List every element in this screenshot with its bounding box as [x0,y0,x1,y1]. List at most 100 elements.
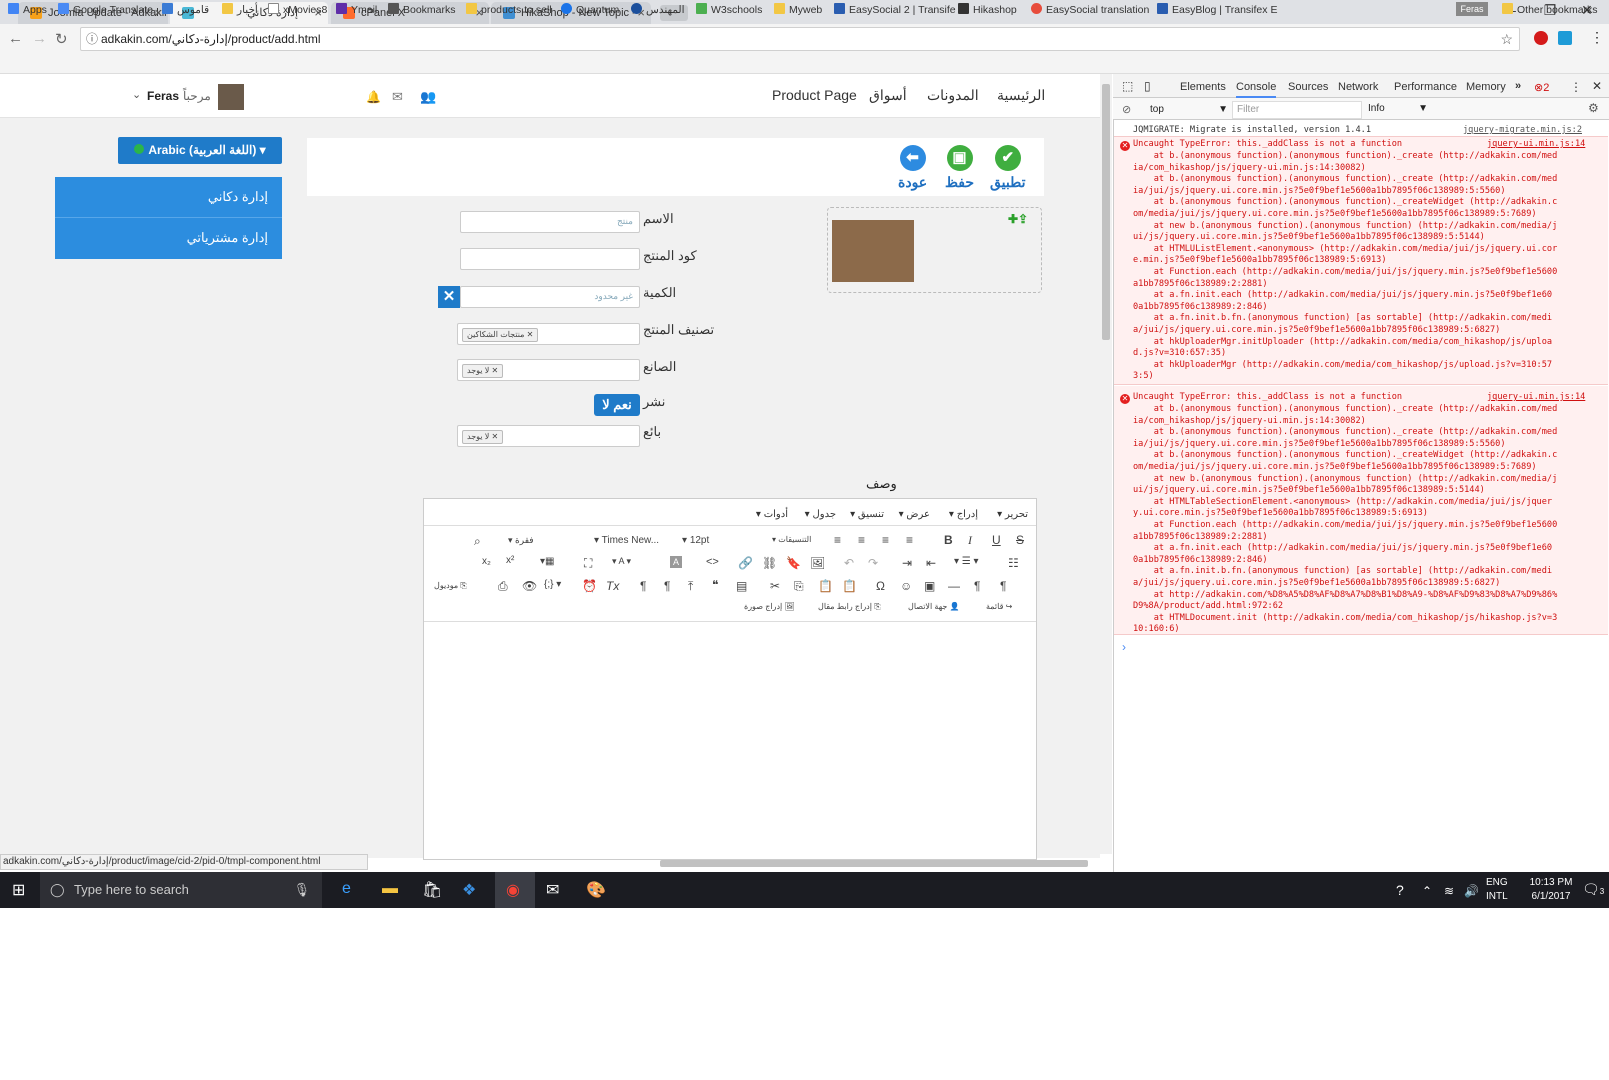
profile-badge[interactable]: Feras [1456,2,1488,16]
close-devtools-icon[interactable]: ✕ [1592,79,1602,93]
console-error-2[interactable]: Uncaught TypeError: this._addClass is no… [1133,392,1402,404]
devtools-menu-icon[interactable]: ⋮ [1570,80,1582,94]
notifications-icon[interactable]: 🗨3 [1582,881,1604,898]
underline-icon[interactable]: U [992,533,1001,547]
microphone-icon[interactable]: 🎙 [293,872,310,908]
justify-icon[interactable]: ≡ [906,533,913,547]
address-bar[interactable]: ⓘ adkakin.com/إدارة-دكاني/product/add.htm… [80,27,1520,51]
chrome-icon[interactable]: ◉ [506,880,520,900]
bookmark-google-translate[interactable]: Google Translate [58,3,153,16]
seller-chip[interactable]: لا يوجد ✕ [462,430,504,444]
language-selector[interactable]: Arabic (اللغة العربية) ▾ [118,137,282,164]
nav-home[interactable]: الرئيسية [997,87,1045,104]
menu-edit[interactable]: ▾ تحرير [997,509,1028,520]
special-char-icon[interactable]: Ω [876,579,885,593]
bookmark-easysocial-translation[interactable]: EasySocial translation [1031,3,1149,16]
tab-network[interactable]: Network [1338,81,1378,93]
manufacturer-chip[interactable]: لا يوجد ✕ [462,364,504,378]
apply-button[interactable]: ✔ تطبيق [990,145,1026,191]
dropbox-icon[interactable]: ❖ [462,880,476,900]
template-icon[interactable]: {;} ▾ [544,579,561,590]
file-explorer-icon[interactable]: ▬ [382,880,398,898]
upload-icon[interactable]: ⤒ [688,579,693,594]
reload-icon[interactable]: ↻ [55,30,68,48]
nav-product-page[interactable]: Product Page [772,87,857,103]
mail-icon[interactable]: ✉ [546,880,559,900]
seller-input[interactable]: لا يوجد ✕ [457,425,640,447]
bookmark-news[interactable]: أخبار [222,3,258,16]
bookmark-qamoos[interactable]: قاموس [162,3,209,16]
bookmark-xmovies8[interactable]: xMovies8 [268,3,327,16]
console-source-link[interactable]: jquery-migrate.min.js:2 [1463,125,1582,137]
numbered-list-icon[interactable]: ☷ [1008,556,1019,570]
code-icon[interactable]: <> [706,556,719,568]
tab-sources[interactable]: Sources [1288,81,1328,93]
strikethrough-icon[interactable]: S [1016,533,1024,547]
module-button[interactable]: موديول ⎘ [434,581,467,591]
bookmark-myweb[interactable]: Myweb [774,3,822,16]
forward-icon[interactable]: → [32,30,47,47]
menu-icon[interactable]: ⋮ [1590,29,1604,46]
rtl-icon[interactable]: ¶ [1000,579,1006,593]
find-icon[interactable]: ⌕ [474,534,481,549]
clear-format-icon[interactable]: Tx [606,579,619,593]
superscript-icon[interactable]: x² [506,555,514,566]
console-stack-2[interactable]: at b.(anonymous function).(anonymous fun… [1133,404,1557,636]
text-color-icon[interactable]: ▾ A ▾ [612,556,631,567]
code-input[interactable] [460,248,640,270]
device-icon[interactable]: ▯ [1144,79,1151,93]
pilcrow-icon[interactable]: ¶ [640,579,646,593]
paint-icon[interactable]: 🎨 [586,880,606,900]
menu-table[interactable]: ▾ جدول [805,509,836,520]
paste-text-icon[interactable]: 📋 [842,579,857,593]
inspect-icon[interactable]: ⬚ [1122,79,1133,93]
tab-console[interactable]: Console [1236,81,1277,98]
bg-color-icon[interactable]: A [670,556,682,568]
horizontal-rule-icon[interactable]: — [948,579,960,593]
close-icon[interactable]: × [154,2,162,24]
settings-gear-icon[interactable]: ⚙ [1588,101,1599,115]
insert-image-button[interactable]: إدراج صورة 🖼 [744,602,795,611]
undo-icon[interactable]: ↶ [844,556,854,570]
align-center-icon[interactable]: ≡ [858,533,865,547]
media-icon[interactable]: ▣ [924,579,935,593]
pagebreak-icon[interactable]: ▤ [736,579,747,593]
bookmark-quantum[interactable]: Quantum [561,3,619,16]
bold-icon[interactable]: B [944,533,953,547]
horizontal-scrollbar-thumb[interactable] [660,860,1088,867]
user-name[interactable]: Feras [147,89,179,103]
menu-view[interactable]: ▾ عرض [899,509,930,520]
clock[interactable]: 10:13 PM 6/1/2017 [1520,876,1582,904]
publish-toggle[interactable]: نعم لا [594,394,640,416]
quantity-input[interactable]: غير محدود [460,286,640,308]
console-source-link[interactable]: jquery-ui.min.js:14 [1487,392,1585,404]
back-button[interactable]: ⬅ عودة [898,145,927,191]
pilcrow-rtl-icon[interactable]: ¶ [664,579,670,593]
bookmark-engineer[interactable]: المهندس [631,3,685,16]
scrollbar-thumb[interactable] [1102,84,1110,340]
ltr-icon[interactable]: ¶ [974,579,980,593]
edge-icon[interactable]: e [342,880,351,898]
emoticon-icon[interactable]: ☺ [900,579,912,593]
indent-icon[interactable]: ⇥ [902,556,912,570]
chevron-down-icon[interactable]: ⌄ [132,88,141,101]
volume-icon[interactable]: 🔊 [1464,884,1479,898]
side-item-manage-purchases[interactable]: إدارة مشترياتي [187,230,268,246]
subscript-icon[interactable]: x₂ [482,556,491,567]
back-icon[interactable]: ← [8,30,23,47]
input-language[interactable]: ENG INTL [1486,876,1508,904]
format-select[interactable]: ▾ فقرة [508,535,534,546]
link-icon[interactable]: 🔗 [738,556,753,570]
manufacturer-input[interactable]: لا يوجد ✕ [457,359,640,381]
image-icon[interactable]: 🖼 [810,556,825,570]
extension-icon[interactable] [1558,31,1572,45]
preview-icon[interactable]: 👁 [522,579,537,593]
console-prompt[interactable]: › [1122,640,1126,654]
star-icon[interactable]: ☆ [1500,28,1513,50]
more-tabs-icon[interactable]: » [1515,80,1521,92]
bookmark-ymail[interactable]: Ymail [336,3,377,16]
console-error-1[interactable]: Uncaught TypeError: this._addClass is no… [1133,139,1402,151]
menu-format[interactable]: ▾ تنسيق [850,509,884,520]
font-select[interactable]: ▾ Times New... [594,535,659,546]
menu-insert[interactable]: ▾ إدراج [949,509,978,520]
